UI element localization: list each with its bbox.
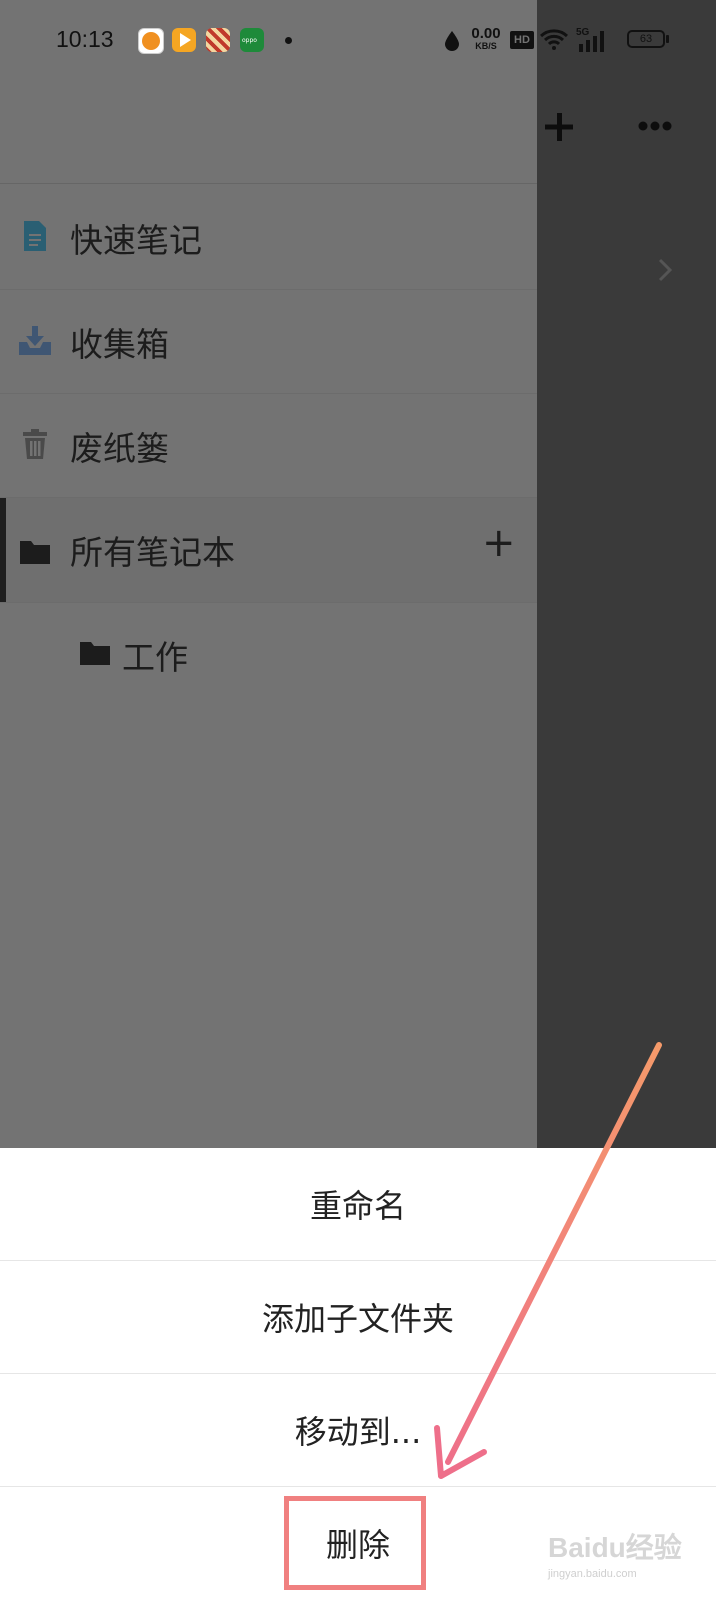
annotation-arrow <box>434 1042 662 1479</box>
baidu-watermark: Baidu经验 jingyan.baidu.com <box>548 1532 682 1580</box>
